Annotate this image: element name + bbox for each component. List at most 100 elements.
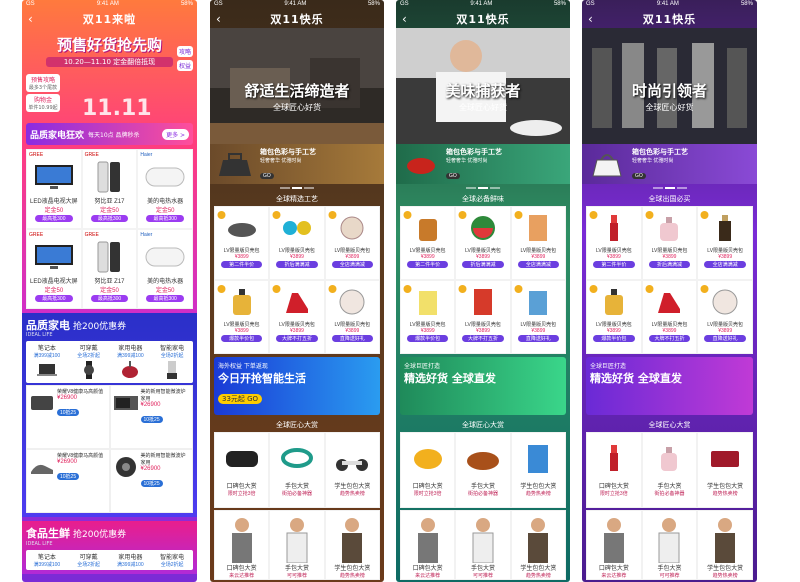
product-card[interactable]: GREE 努比亚 Z17 定金50 最高抵300 xyxy=(81,229,138,309)
category-item[interactable]: 笔记本 满399减100 xyxy=(26,550,68,570)
product-card[interactable]: LV限量版贝壳包 ¥3899 全店满满减 xyxy=(510,206,566,280)
category-item[interactable]: 智能家电 全场2折起 xyxy=(151,341,193,383)
back-icon[interactable]: ‹ xyxy=(216,12,221,26)
product-card[interactable]: LV限量版贝壳包 ¥3899 直降送好礼 xyxy=(324,280,380,354)
category-item[interactable]: 智能家电 全场2折起 xyxy=(151,550,193,570)
product-card[interactable]: LV限量版贝壳包 ¥3899 爆款半价包 xyxy=(586,280,642,354)
status-bar: GS 9:41 AM 58% xyxy=(210,0,384,10)
product-name: LED液晶电视大屏 xyxy=(29,279,78,285)
featured-card[interactable]: 箱包色彩与手工艺 轻奢奢华 优雅时尚 GO xyxy=(210,144,384,184)
award-card[interactable]: 手包大赏 街拍必备神器 xyxy=(641,432,698,508)
product-card[interactable]: 荣耀V8健康马高颜值 ¥26900 10抵25 xyxy=(26,385,110,449)
guide-badge[interactable]: 攻略 xyxy=(176,46,193,57)
go-button[interactable]: GO xyxy=(260,172,274,179)
product-card[interactable]: LV限量版贝壳包 ¥3899 折后满满减 xyxy=(269,206,325,280)
model-card[interactable]: 学生包包大赏 趋势热卖榜 xyxy=(697,510,753,580)
smart-life-banner[interactable]: 海外权益 下单返现 今日开抢智能生活 33元起 GO xyxy=(214,357,380,415)
award-card[interactable]: 口碑包大赏 限时立抢3倍 xyxy=(400,432,456,508)
ribbon-label: 全球必备鲜味 xyxy=(462,195,504,203)
model-name: 学生包包大赏 xyxy=(334,566,371,572)
section-header[interactable]: 食品生鲜 抢200优惠券 xyxy=(26,525,193,541)
coupon-tag[interactable]: 10抵25 xyxy=(57,409,80,416)
product-card[interactable]: GREE LED液晶电视大屏 定金50 最高抵300 xyxy=(26,229,82,309)
product-price: ¥3899 xyxy=(476,254,490,260)
product-card[interactable]: 美的新用智能微波炉家用 ¥26900 10抵25 xyxy=(109,385,193,449)
product-card[interactable]: LV限量版贝壳包 ¥3899 折后满满减 xyxy=(641,206,698,280)
award-sub: 趋势热卖榜 xyxy=(339,491,365,497)
category-item[interactable]: 可穿戴 全场2折起 xyxy=(68,341,110,383)
product-grid: LV限量版贝壳包 ¥3899 第二件半价 LV限量版贝壳包 ¥3899 折后满满… xyxy=(214,206,380,354)
award-card[interactable]: 口碑包大赏 限时立抢3倍 xyxy=(586,432,642,508)
back-icon[interactable]: ‹ xyxy=(402,12,407,26)
product-card[interactable]: LV限量版贝壳包 ¥3899 第二件半价 xyxy=(400,206,456,280)
section-header[interactable]: 品质家电 抢200优惠券 xyxy=(26,317,193,333)
hero-banner[interactable]: 预售好货抢先购 10.20—11.10 定金翻倍抵现 预售攻略 最多3个尾款 购… xyxy=(22,28,197,123)
category-item[interactable]: 家用电器 满399减100 xyxy=(110,550,152,570)
product-card[interactable]: LV限量版贝壳包 ¥3899 大牌不打五折 xyxy=(269,280,325,354)
back-icon[interactable]: ‹ xyxy=(588,12,593,26)
award-card[interactable]: 学生包包大赏 趋势热卖榜 xyxy=(324,432,380,508)
promo-tag: 全店满满减 xyxy=(517,261,559,268)
product-card[interactable]: LV限量版贝壳包 ¥3899 爆款半价包 xyxy=(400,280,456,354)
featured-sub: 轻奢奢华 优雅时尚 xyxy=(632,157,674,164)
product-card[interactable]: LV限量版贝壳包 ¥3899 直降送好礼 xyxy=(697,280,753,354)
model-photo-icon xyxy=(645,513,695,563)
product-card[interactable]: LV限量版贝壳包 ¥3899 大牌不打五折 xyxy=(455,280,511,354)
appliance-promo-bar[interactable]: 品质家电狂欢 每天10点 品牌秒杀 更多 > xyxy=(26,123,193,145)
award-card[interactable]: 学生包包大赏 趋势热卖榜 xyxy=(510,432,566,508)
product-card[interactable]: GREE LED液晶电视大屏 定金50 最高抵300 xyxy=(26,149,82,229)
award-card[interactable]: 口碑包大赏 限时立抢3倍 xyxy=(214,432,270,508)
featured-card[interactable]: 箱包色彩与手工艺 轻奢奢华 优雅时尚 GO xyxy=(582,144,757,184)
product-card[interactable]: GREE 努比亚 Z17 定金50 最高抵300 xyxy=(81,149,138,229)
product-card[interactable]: LV限量版贝壳包 ¥3899 大牌不打五折 xyxy=(641,280,698,354)
model-card[interactable]: 学生包包大赏 趋势热卖榜 xyxy=(324,510,380,580)
model-card[interactable]: 口碑包大赏 来云达推荐 xyxy=(400,510,456,580)
category-item[interactable]: 笔记本 满399减100 xyxy=(26,341,68,383)
model-card[interactable]: 手包大赏 可可推荐 xyxy=(455,510,511,580)
coupon-tag[interactable]: 10抵25 xyxy=(140,480,163,487)
shopping-gold-badge[interactable]: 购物金 单件10.99起 xyxy=(26,94,60,112)
model-photo-icon xyxy=(217,513,266,563)
go-button[interactable]: GO xyxy=(446,172,460,179)
award-card[interactable]: 手包大赏 街拍必备神器 xyxy=(269,432,325,508)
award-card[interactable]: 学生包包大赏 趋势热卖榜 xyxy=(697,432,753,508)
global-banner[interactable]: 全球巨匠打造 精选好货 全球直发 xyxy=(586,357,753,415)
hero-banner[interactable]: 时尚引领者 全球匠心好货 xyxy=(582,28,757,144)
product-card[interactable]: LV限量版贝壳包 ¥3899 直降送好礼 xyxy=(510,280,566,354)
medal-icon xyxy=(403,285,412,293)
model-card[interactable]: 手包大赏 可可推荐 xyxy=(269,510,325,580)
presale-guide-badge[interactable]: 预售攻略 最多3个尾款 xyxy=(26,74,60,92)
go-button[interactable]: GO xyxy=(632,172,646,179)
product-card[interactable]: LV限量版贝壳包 ¥3899 折后满满减 xyxy=(455,206,511,280)
category-item[interactable]: 可穿戴 全场2折起 xyxy=(68,550,110,570)
product-card[interactable]: LV限量版贝壳包 ¥3899 爆款半价包 xyxy=(214,280,270,354)
product-card[interactable]: LV限量版贝壳包 ¥3899 全店满满减 xyxy=(324,206,380,280)
product-card[interactable]: LV限量版贝壳包 ¥3899 第二件半价 xyxy=(586,206,642,280)
banner-cta[interactable]: 33元起 GO xyxy=(218,394,263,404)
product-name: LV限量版贝壳包 xyxy=(595,322,632,328)
product-card[interactable]: Haier 美的电热水器 定金50 最高抵300 xyxy=(137,229,193,309)
product-name: LV限量版贝壳包 xyxy=(707,248,744,254)
product-card[interactable]: Haier 美的电热水器 定金50 最高抵300 xyxy=(137,149,193,229)
model-card[interactable]: 手包大赏 可可推荐 xyxy=(641,510,698,580)
category-item[interactable]: 家用电器 满399减100 xyxy=(110,341,152,383)
product-card[interactable]: 荣耀V8健康马高颜值 ¥26900 10抵25 xyxy=(26,449,110,513)
hero-banner[interactable]: 舒适生活缔造者 全球匠心好货 xyxy=(210,28,384,144)
award-card[interactable]: 手包大赏 街拍必备神器 xyxy=(455,432,511,508)
hero-banner[interactable]: 美味捕获者 全球匠心好货 xyxy=(396,28,570,144)
product-card[interactable]: LV限量版贝壳包 ¥3899 第二件半价 xyxy=(214,206,270,280)
rights-badge[interactable]: 权益 xyxy=(176,60,193,71)
global-banner[interactable]: 全球巨匠打造 精选好货 全球直发 xyxy=(400,357,566,415)
product-name: LV限量版贝壳包 xyxy=(595,248,632,254)
model-card[interactable]: 口碑包大赏 来云达推荐 xyxy=(214,510,270,580)
more-button[interactable]: 更多 > xyxy=(162,128,189,140)
model-card[interactable]: 口碑包大赏 来云达推荐 xyxy=(586,510,642,580)
product-card[interactable]: LV限量版贝壳包 ¥3899 全店满满减 xyxy=(697,206,753,280)
coupon-tag[interactable]: 10抵25 xyxy=(140,416,163,423)
back-icon[interactable]: ‹ xyxy=(28,12,33,26)
model-card[interactable]: 学生包包大赏 趋势热卖榜 xyxy=(510,510,566,580)
coupon-tag[interactable]: 10抵25 xyxy=(57,473,80,480)
product-card[interactable]: 美的新用智能微波炉家用 ¥26900 10抵25 xyxy=(109,449,193,513)
featured-card[interactable]: 箱包色彩与手工艺 轻奢奢华 优雅时尚 GO xyxy=(396,144,570,184)
lipstick-icon xyxy=(589,435,639,481)
